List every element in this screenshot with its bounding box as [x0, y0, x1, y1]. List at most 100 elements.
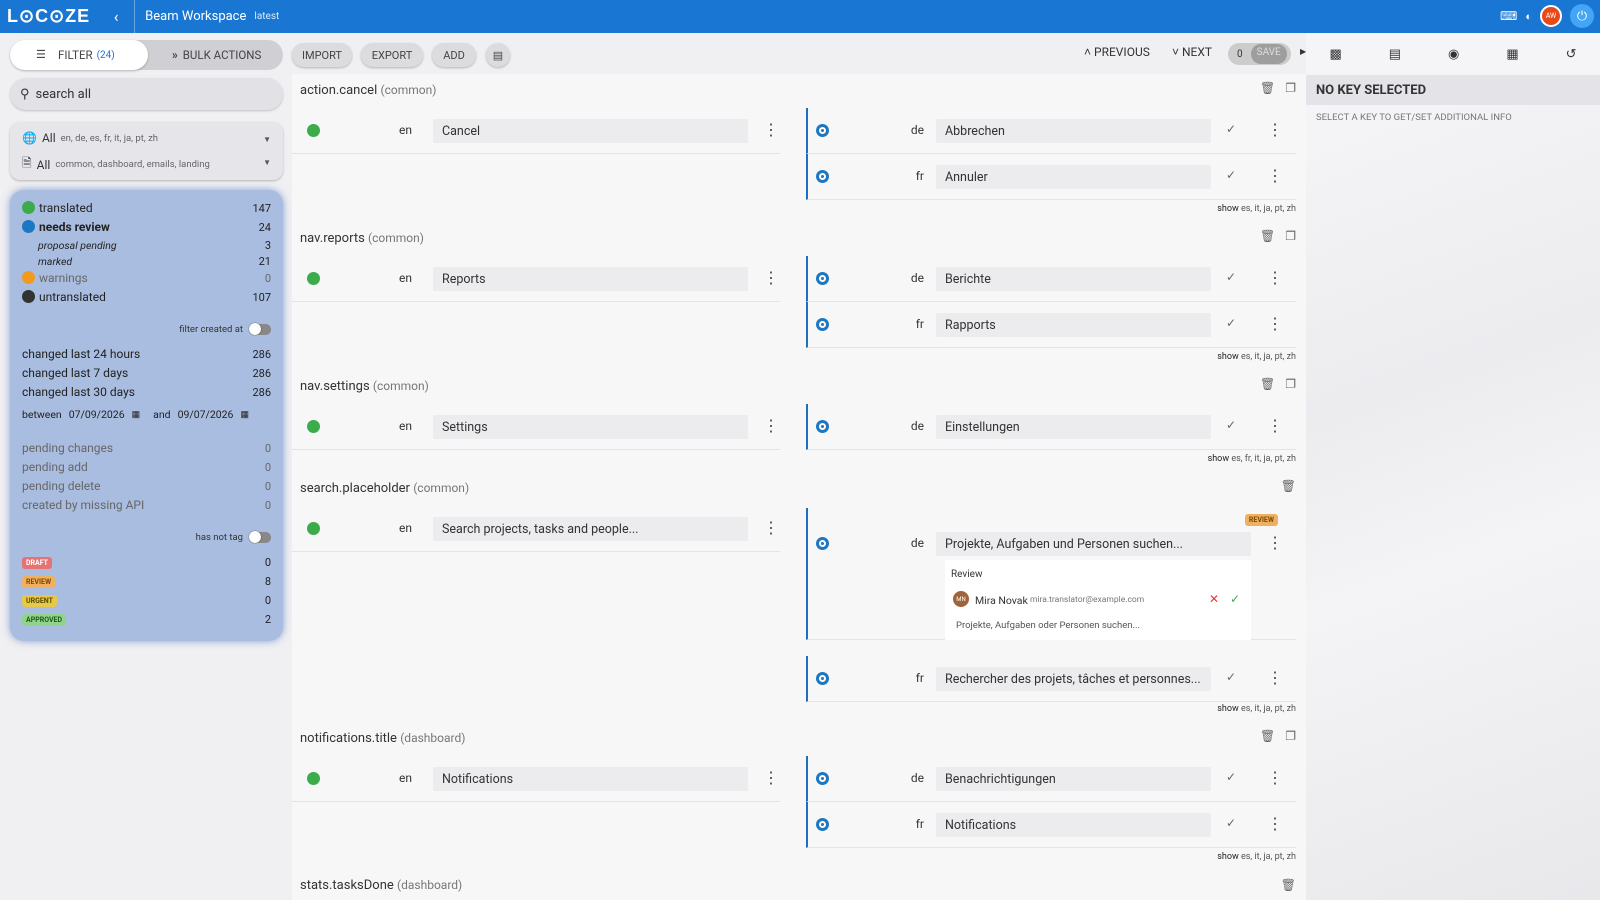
more-vert-icon[interactable]: ⋮	[763, 417, 779, 435]
translate-icon[interactable]: ▦	[1506, 47, 1518, 62]
filter-marked[interactable]: marked 21	[22, 255, 271, 268]
key-header[interactable]: action.cancel (common)	[300, 83, 436, 98]
history-icon[interactable]: ↺	[1566, 47, 1577, 62]
eye-icon[interactable]	[816, 772, 829, 785]
trash-icon[interactable]: 🗑	[1281, 878, 1296, 892]
check-icon[interactable]: ✓	[1226, 122, 1236, 136]
show-languages-link[interactable]: show es, it, ja, pt, zh	[1217, 704, 1296, 714]
key-header[interactable]: nav.reports (common)	[300, 231, 424, 246]
show-languages-link[interactable]: show es, it, ja, pt, zh	[1217, 352, 1296, 362]
back-icon[interactable]: ‹	[106, 7, 126, 26]
more-vert-icon[interactable]: ⋮	[1267, 269, 1283, 287]
chevron-down-icon[interactable]: ▼	[263, 135, 271, 144]
translation-input[interactable]: Rechercher des projets, tâches et person…	[936, 667, 1211, 691]
filter-pending-changes[interactable]: pending changes 0	[22, 441, 271, 455]
filter-pending-delete[interactable]: pending delete 0	[22, 479, 271, 493]
comments-icon[interactable]: ▩	[1329, 47, 1341, 62]
calendar-icon[interactable]: ▦	[132, 410, 141, 420]
trash-icon[interactable]: 🗑	[1260, 377, 1275, 391]
check-icon[interactable]: ✓	[1226, 670, 1236, 684]
translation-input[interactable]: Cancel	[433, 119, 748, 143]
check-icon[interactable]: ✓	[1226, 168, 1236, 182]
more-vert-icon[interactable]: ⋮	[763, 769, 779, 787]
check-icon[interactable]: ✓	[1226, 816, 1236, 830]
filter-created-toggle[interactable]	[249, 323, 271, 335]
language-select[interactable]: 🌐 All en, de, es, fr, it, ja, pt, zh	[22, 131, 158, 145]
translation-input[interactable]: Projekte, Aufgaben und Personen suchen..…	[936, 532, 1251, 556]
eye-icon[interactable]	[816, 170, 829, 183]
translation-input[interactable]: Abbrechen	[936, 119, 1211, 143]
check-circle-icon[interactable]	[307, 772, 320, 785]
add-button[interactable]: ADD	[432, 43, 476, 67]
more-vert-icon[interactable]: ⋮	[1267, 534, 1283, 552]
trash-icon[interactable]: 🗑	[1260, 229, 1275, 243]
more-vert-icon[interactable]: ⋮	[1267, 669, 1283, 687]
copy-icon[interactable]: ❐	[1285, 729, 1296, 743]
namespace-select[interactable]: 🗎 All common, dashboard, emails, landing	[22, 154, 210, 175]
filter-changed-7d[interactable]: changed last 7 days 286	[22, 366, 271, 380]
filter-missing-api[interactable]: created by missing API 0	[22, 498, 271, 512]
check-icon[interactable]: ✓	[1226, 270, 1236, 284]
filter-pending-add[interactable]: pending add 0	[22, 460, 271, 474]
bulk-actions-button[interactable]: » BULK ACTIONS	[172, 40, 261, 70]
calendar-icon[interactable]: ▦	[240, 410, 249, 420]
theme-icon[interactable]: ◐	[1525, 10, 1532, 23]
workspace-name[interactable]: Beam Workspace	[145, 9, 246, 24]
check-icon[interactable]: ✓	[1226, 418, 1236, 432]
eye-icon[interactable]	[816, 318, 829, 331]
accept-icon[interactable]: ✓	[1230, 592, 1240, 606]
reject-icon[interactable]: ✕	[1209, 592, 1219, 606]
filter-tag-review[interactable]: REVIEW 8	[22, 575, 271, 588]
trash-icon[interactable]: 🗑	[1260, 81, 1275, 95]
translation-input[interactable]: Benachrichtigungen	[936, 767, 1211, 791]
key-header[interactable]: notifications.title (dashboard)	[300, 731, 465, 746]
app-logo[interactable]: L⊙C⊙ZE	[7, 6, 90, 27]
eye-icon[interactable]	[816, 672, 829, 685]
check-icon[interactable]: ✓	[1226, 316, 1236, 330]
translation-input[interactable]: Notifications	[936, 813, 1211, 837]
details-icon[interactable]: ▤	[1389, 47, 1401, 62]
eye-icon[interactable]	[816, 124, 829, 137]
import-button[interactable]: IMPORT	[292, 43, 352, 67]
key-header[interactable]: search.placeholder (common)	[300, 481, 469, 496]
show-languages-link[interactable]: show es, it, ja, pt, zh	[1217, 204, 1296, 214]
save-button[interactable]: SAVE	[1250, 44, 1287, 64]
filter-changed-30d[interactable]: changed last 30 days 286	[22, 385, 271, 399]
translation-input[interactable]: Einstellungen	[936, 415, 1211, 439]
check-icon[interactable]: ✓	[1226, 770, 1236, 784]
more-vert-icon[interactable]: ⋮	[1267, 315, 1283, 333]
search-input[interactable]: ⚲ search all	[10, 78, 283, 110]
avatar[interactable]: AW	[1540, 5, 1562, 27]
power-icon[interactable]: ⏻	[1570, 4, 1594, 28]
filter-button[interactable]: ☰ FILTER (24)	[10, 40, 148, 70]
key-header[interactable]: stats.tasksDone (dashboard)	[300, 878, 462, 893]
copy-icon[interactable]: ❐	[1285, 81, 1296, 95]
translation-input[interactable]: Settings	[433, 415, 748, 439]
check-circle-icon[interactable]	[307, 420, 320, 433]
copy-icon[interactable]: ❐	[1285, 229, 1296, 243]
review-tag[interactable]: REVIEW	[1244, 514, 1278, 526]
more-vert-icon[interactable]: ⋮	[763, 269, 779, 287]
show-languages-link[interactable]: show es, it, ja, pt, zh	[1217, 852, 1296, 862]
filter-tag-approved[interactable]: APPROVED 2	[22, 613, 271, 626]
filter-untranslated[interactable]: untranslated 107	[22, 290, 271, 304]
show-languages-link[interactable]: show es, fr, it, ja, pt, zh	[1208, 454, 1296, 464]
translation-input[interactable]: Rapports	[936, 313, 1211, 337]
eye-icon[interactable]	[816, 818, 829, 831]
chevron-down-icon[interactable]: ▼	[263, 158, 271, 167]
translation-input[interactable]: Search projects, tasks and people...	[433, 517, 748, 541]
export-button[interactable]: EXPORT	[361, 43, 423, 67]
check-circle-icon[interactable]	[307, 124, 320, 137]
trash-icon[interactable]: 🗑	[1281, 479, 1296, 493]
eye-icon[interactable]	[816, 272, 829, 285]
more-vert-icon[interactable]: ⋮	[1267, 121, 1283, 139]
more-vert-icon[interactable]: ⋮	[763, 519, 779, 537]
translation-input[interactable]: Annuler	[936, 165, 1211, 189]
version-label[interactable]: latest	[254, 11, 279, 22]
translation-input[interactable]: Notifications	[433, 767, 748, 791]
view-toggle-icon[interactable]: ▤	[486, 43, 510, 67]
translation-input[interactable]: Berichte	[936, 267, 1211, 291]
robot-icon[interactable]: ◉	[1448, 47, 1459, 62]
next-button[interactable]: ˅ NEXT	[1172, 45, 1212, 59]
more-vert-icon[interactable]: ⋮	[1267, 769, 1283, 787]
